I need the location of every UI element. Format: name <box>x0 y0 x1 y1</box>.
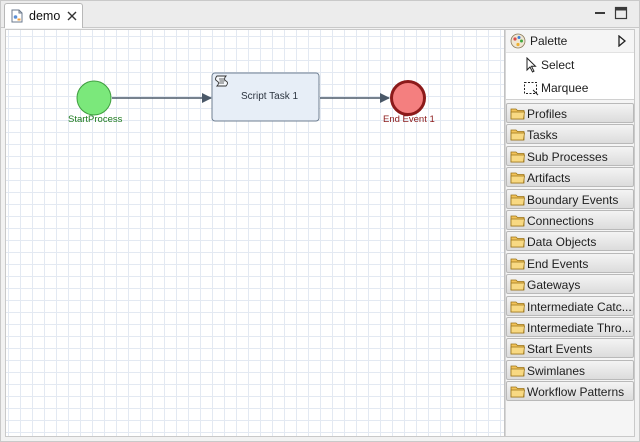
diagram-canvas[interactable]: StartProcess Script Task 1 End Event 1 <box>6 30 504 436</box>
tab-demo[interactable]: demo <box>4 3 83 28</box>
palette-drawer-label: Intermediate Thro... <box>527 320 631 335</box>
script-task-label: Script Task 1 <box>241 91 299 102</box>
palette-drawer-label: Intermediate Catc... <box>527 299 631 314</box>
palette-drawer-label: Workflow Patterns <box>527 385 625 400</box>
palette-panel: Palette Select Marquee Profiles Tasks Su… <box>506 30 634 436</box>
folder-icon <box>510 172 525 184</box>
tab-title: demo <box>29 9 61 23</box>
palette-drawer-label: Boundary Events <box>527 192 619 207</box>
folder-icon <box>510 215 525 227</box>
bpmn-file-icon <box>11 9 23 23</box>
folder-icon <box>510 301 525 312</box>
folder-icon <box>510 343 525 355</box>
palette-drawer-label: Start Events <box>527 342 593 357</box>
tab-bar: demo <box>1 1 639 28</box>
palette-drawer-profiles[interactable]: Profiles <box>506 103 634 123</box>
folder-icon <box>510 236 525 248</box>
collapse-arrow-icon[interactable] <box>617 35 627 47</box>
palette-drawers: Profiles Tasks Sub Processes Artifacts Bound… <box>506 103 634 402</box>
palette-drawer-boundary-events[interactable]: Boundary Events <box>506 188 634 209</box>
editor-window: demo StartProcess Script Task 1 End Even… <box>0 0 640 442</box>
folder-icon <box>510 386 525 398</box>
folder-icon <box>510 129 525 141</box>
palette-tools: Select Marquee <box>506 52 634 100</box>
palette-icon <box>510 33 526 49</box>
marquee-tool[interactable]: Marquee <box>506 77 634 99</box>
editor-area: StartProcess Script Task 1 End Event 1 P… <box>5 29 635 437</box>
palette-drawer-label: Sub Processes <box>527 149 608 164</box>
palette-drawer-label: Tasks <box>527 128 558 143</box>
palette-drawer-label: Artifacts <box>527 171 571 186</box>
folder-icon <box>510 279 525 291</box>
end-event-node[interactable] <box>390 80 426 116</box>
palette-title: Palette <box>530 34 568 48</box>
palette-drawer-workflow-patterns[interactable]: Workflow Patterns <box>506 381 634 402</box>
select-tool[interactable]: Select <box>506 54 634 76</box>
arrow-pointer-icon <box>526 57 537 73</box>
folder-icon <box>510 322 525 334</box>
palette-drawer-connections[interactable]: Connections <box>506 209 634 230</box>
palette-drawer-intermediate-thro[interactable]: Intermediate Thro... <box>506 316 634 337</box>
start-event-label: StartProcess <box>68 114 123 125</box>
folder-icon <box>510 194 525 205</box>
palette-drawer-tasks[interactable]: Tasks <box>506 124 634 145</box>
palette-drawer-label: Swimlanes <box>527 363 586 378</box>
palette-drawer-swimlanes[interactable]: Swimlanes <box>506 359 634 380</box>
palette-header: Palette <box>506 30 634 52</box>
palette-drawer-data-objects[interactable]: Data Objects <box>506 231 634 252</box>
close-icon[interactable] <box>65 9 79 23</box>
palette-drawer-label: Profiles <box>527 107 568 121</box>
palette-drawer-gateways[interactable]: Gateways <box>506 274 634 295</box>
start-event-node[interactable] <box>76 80 112 116</box>
folder-icon <box>510 108 525 120</box>
palette-drawer-label: Data Objects <box>527 235 597 250</box>
select-tool-label: Select <box>541 58 575 72</box>
folder-icon <box>510 258 525 270</box>
palette-drawer-label: Gateways <box>527 278 581 293</box>
minimize-icon[interactable] <box>592 5 608 21</box>
marquee-tool-label: Marquee <box>541 81 589 95</box>
palette-drawer-artifacts[interactable]: Artifacts <box>506 167 634 188</box>
folder-icon <box>510 365 525 377</box>
palette-drawer-start-events[interactable]: Start Events <box>506 338 634 359</box>
maximize-icon[interactable] <box>613 5 629 21</box>
palette-drawer-label: Connections <box>527 213 594 228</box>
palette-drawer-label: End Events <box>527 256 589 271</box>
palette-drawer-intermediate-catc[interactable]: Intermediate Catc... <box>506 295 634 316</box>
marquee-icon <box>524 82 539 96</box>
palette-drawer-sub-processes[interactable]: Sub Processes <box>506 145 634 166</box>
palette-drawer-end-events[interactable]: End Events <box>506 252 634 273</box>
folder-icon <box>510 151 525 163</box>
end-event-label: End Event 1 <box>383 114 435 125</box>
